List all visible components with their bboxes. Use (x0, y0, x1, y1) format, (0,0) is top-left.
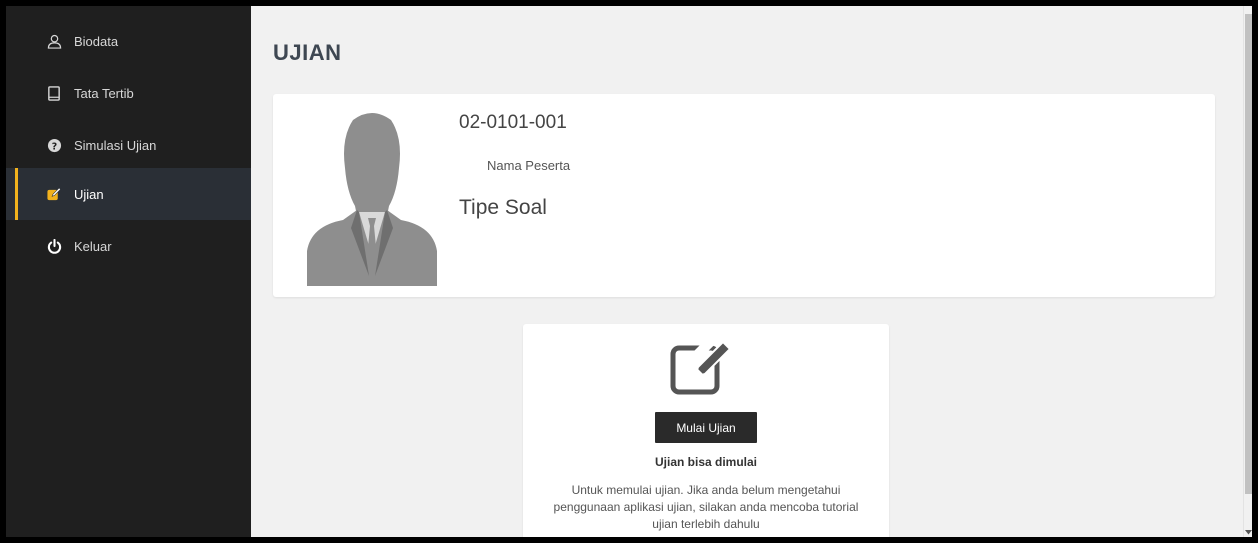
exam-status: Ujian bisa dimulai (654, 455, 758, 469)
app-window: Biodata Tata Tertib ? Simulasi Ujian Uji… (6, 6, 1252, 537)
scrollbar-thumb[interactable] (1245, 14, 1252, 494)
avatar (307, 106, 437, 286)
participant-name: Nama Peserta (487, 158, 571, 173)
sidebar-item-biodata[interactable]: Biodata (6, 15, 251, 67)
sidebar-item-label: Keluar (74, 238, 112, 254)
power-icon (46, 238, 62, 254)
scroll-down-arrow-icon[interactable] (1245, 528, 1252, 536)
sidebar-item-label: Biodata (74, 33, 119, 49)
vertical-scrollbar[interactable] (1243, 6, 1252, 537)
edit-icon (669, 331, 741, 396)
sidebar: Biodata Tata Tertib ? Simulasi Ujian Uji… (6, 6, 251, 537)
exam-description: Untuk memulai ujian. Jika anda belum men… (553, 483, 859, 531)
participant-card: 02-0101-001 Nama Peserta Tipe Soal (273, 94, 1215, 297)
main-content: UJIAN 02-0101-001 Nama Peserta Tipe Soal (251, 6, 1243, 537)
page-title: UJIAN (273, 40, 342, 65)
sidebar-item-ujian[interactable]: Ujian (6, 168, 251, 220)
sidebar-item-label: Tata Tertib (74, 85, 134, 101)
sidebar-item-tata-tertib[interactable]: Tata Tertib (6, 67, 251, 119)
sidebar-item-simulasi-ujian[interactable]: ? Simulasi Ujian (6, 119, 251, 171)
exam-start-card: Mulai Ujian Ujian bisa dimulai Untuk mem… (523, 324, 889, 537)
start-exam-button[interactable]: Mulai Ujian (655, 412, 757, 443)
participant-id: 02-0101-001 (459, 112, 567, 133)
question-circle-icon: ? (46, 137, 62, 153)
edit-icon (46, 186, 62, 202)
svg-text:?: ? (51, 141, 56, 152)
sidebar-item-label: Simulasi Ujian (74, 137, 157, 153)
question-type: Tipe Soal (459, 196, 547, 219)
sidebar-item-keluar[interactable]: Keluar (6, 220, 251, 272)
user-icon (46, 33, 62, 49)
sidebar-item-label: Ujian (74, 186, 104, 202)
book-icon (46, 85, 62, 101)
